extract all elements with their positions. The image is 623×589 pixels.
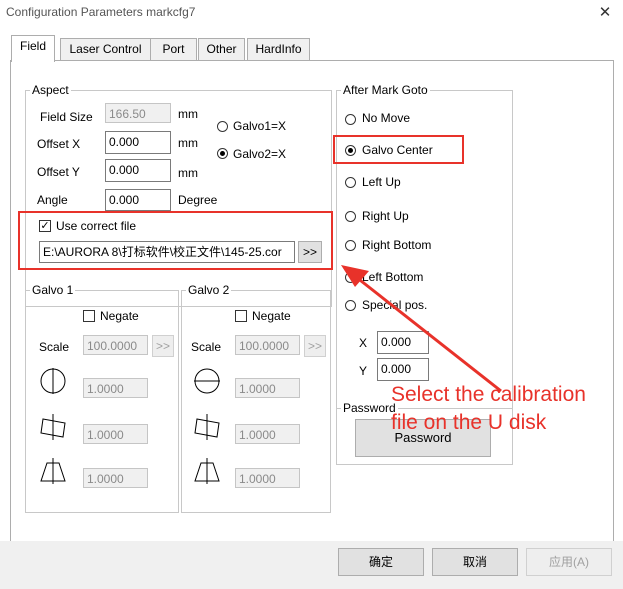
galvo2-value-2: 1.0000 <box>235 424 300 444</box>
galvo2-legend: Galvo 2 <box>188 283 230 297</box>
left-up-radio[interactable] <box>345 177 356 188</box>
galvo2-x-radio[interactable] <box>217 148 228 159</box>
ok-button[interactable]: 确定 <box>338 548 424 576</box>
tab-hardinfo[interactable]: HardInfo <box>247 38 310 61</box>
correct-file-highlight <box>18 211 333 270</box>
no-move-label: No Move <box>362 111 411 125</box>
annotation-line-1: Select the calibration <box>391 383 586 406</box>
galvo2-value-1: 1.0000 <box>235 378 300 398</box>
offset-y-unit: mm <box>178 166 198 180</box>
galvo1-trapezoid-icon <box>40 414 66 440</box>
galvo2-negate-checkbox[interactable] <box>235 310 247 322</box>
right-bottom-label: Right Bottom <box>362 238 432 252</box>
galvo1-scale-input: 100.0000 <box>83 335 148 355</box>
galvo1-value-3: 1.0000 <box>83 468 148 488</box>
galvo2-keystone-icon <box>194 458 220 484</box>
angle-input[interactable]: 0.000 <box>105 189 171 211</box>
password-legend: Password <box>343 401 396 415</box>
galvo1-value-2: 1.0000 <box>83 424 148 444</box>
galvo1-x-label: Galvo1=X <box>233 119 287 133</box>
field-tab-panel: Aspect Field Size 166.50 mm Offset X 0.0… <box>10 60 614 542</box>
aspect-legend: Aspect <box>32 83 69 97</box>
field-size-label: Field Size <box>40 110 93 124</box>
field-size-input: 166.50 <box>105 103 171 123</box>
close-icon[interactable]: ✕ <box>596 3 614 21</box>
offset-y-label: Offset Y <box>37 165 80 179</box>
window-title: Configuration Parameters markcfg7 <box>6 5 196 19</box>
field-size-unit: mm <box>178 107 198 121</box>
galvo1-legend: Galvo 1 <box>32 283 74 297</box>
tab-port[interactable]: Port <box>150 38 197 61</box>
galvo2-x-label: Galvo2=X <box>233 147 287 161</box>
galvo1-scale-label: Scale <box>39 340 70 354</box>
tab-field[interactable]: Field <box>11 35 55 62</box>
no-move-radio[interactable] <box>345 114 356 125</box>
offset-x-unit: mm <box>178 136 198 150</box>
right-up-label: Right Up <box>362 209 409 223</box>
right-up-radio[interactable] <box>345 211 356 222</box>
galvo1-circle-icon <box>40 368 66 394</box>
galvo1-keystone-icon <box>40 458 66 484</box>
galvo1-x-radio[interactable] <box>217 121 228 132</box>
galvo2-value-3: 1.0000 <box>235 468 300 488</box>
galvo2-negate-label: Negate <box>252 309 291 323</box>
tab-laser-control[interactable]: Laser Control <box>60 38 151 61</box>
galvo2-circle-icon <box>194 368 220 394</box>
galvo1-negate-label: Negate <box>100 309 139 323</box>
galvo2-trapezoid-icon <box>194 414 220 440</box>
galvo1-value-1: 1.0000 <box>83 378 148 398</box>
annotation-line-2: file on the U disk <box>391 411 547 434</box>
apply-button[interactable]: 应用(A) <box>526 548 612 576</box>
offset-x-label: Offset X <box>37 137 81 151</box>
offset-y-input[interactable]: 0.000 <box>105 159 171 182</box>
cancel-button[interactable]: 取消 <box>432 548 518 576</box>
galvo-center-highlight <box>333 135 464 164</box>
galvo2-scale-label: Scale <box>191 340 222 354</box>
galvo1-scale-button[interactable]: >> <box>152 335 174 357</box>
angle-label: Angle <box>37 193 68 207</box>
left-up-label: Left Up <box>362 175 401 189</box>
tab-other[interactable]: Other <box>198 38 245 61</box>
galvo1-negate-checkbox[interactable] <box>83 310 95 322</box>
after-mark-goto-legend: After Mark Goto <box>343 83 428 97</box>
galvo2-scale-input: 100.0000 <box>235 335 300 355</box>
angle-unit: Degree <box>178 193 218 207</box>
offset-x-input[interactable]: 0.000 <box>105 131 171 154</box>
galvo2-scale-button[interactable]: >> <box>304 335 326 357</box>
annotation-arrow <box>341 265 502 393</box>
right-bottom-radio[interactable] <box>345 240 356 251</box>
